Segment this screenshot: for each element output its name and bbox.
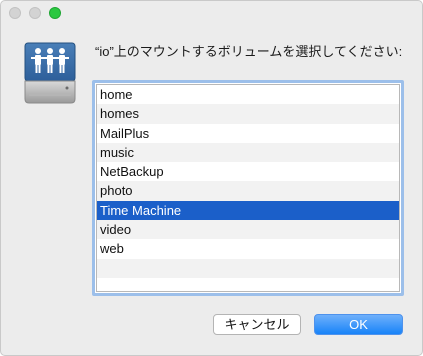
prompt-label: “io”上のマウントするボリュームを選択してください: (95, 44, 403, 59)
mount-dialog-window: “io”上のマウントするボリュームを選択してください: home homes Mai… (0, 0, 423, 356)
volume-list-item[interactable]: video (97, 220, 399, 240)
volume-list-empty-row (97, 278, 399, 293)
volume-list-item[interactable]: homes (97, 104, 399, 124)
title-bar (1, 1, 422, 25)
volume-list-item[interactable]: home (97, 85, 399, 104)
ok-button[interactable]: OK (314, 314, 403, 335)
cancel-button[interactable]: キャンセル (213, 314, 301, 335)
network-share-drive-icon (23, 41, 77, 105)
minimize-window-button[interactable] (29, 7, 41, 19)
volume-list-item[interactable]: music (97, 142, 399, 163)
close-window-button[interactable] (9, 7, 21, 19)
volume-list[interactable]: home homes MailPlus music NetBackup photo Time… (96, 84, 400, 292)
zoom-window-button[interactable] (49, 7, 61, 19)
volume-list-item[interactable]: web (97, 239, 399, 258)
volume-list-focus-ring: home homes MailPlus music NetBackup photo Time… (92, 80, 404, 296)
volume-list-item[interactable]: Time Machine (97, 200, 399, 221)
volume-list-item[interactable]: photo (97, 181, 399, 201)
volume-list-item[interactable]: NetBackup (97, 162, 399, 181)
volume-list-item[interactable]: MailPlus (97, 124, 399, 143)
volume-list-empty-row (97, 258, 399, 278)
